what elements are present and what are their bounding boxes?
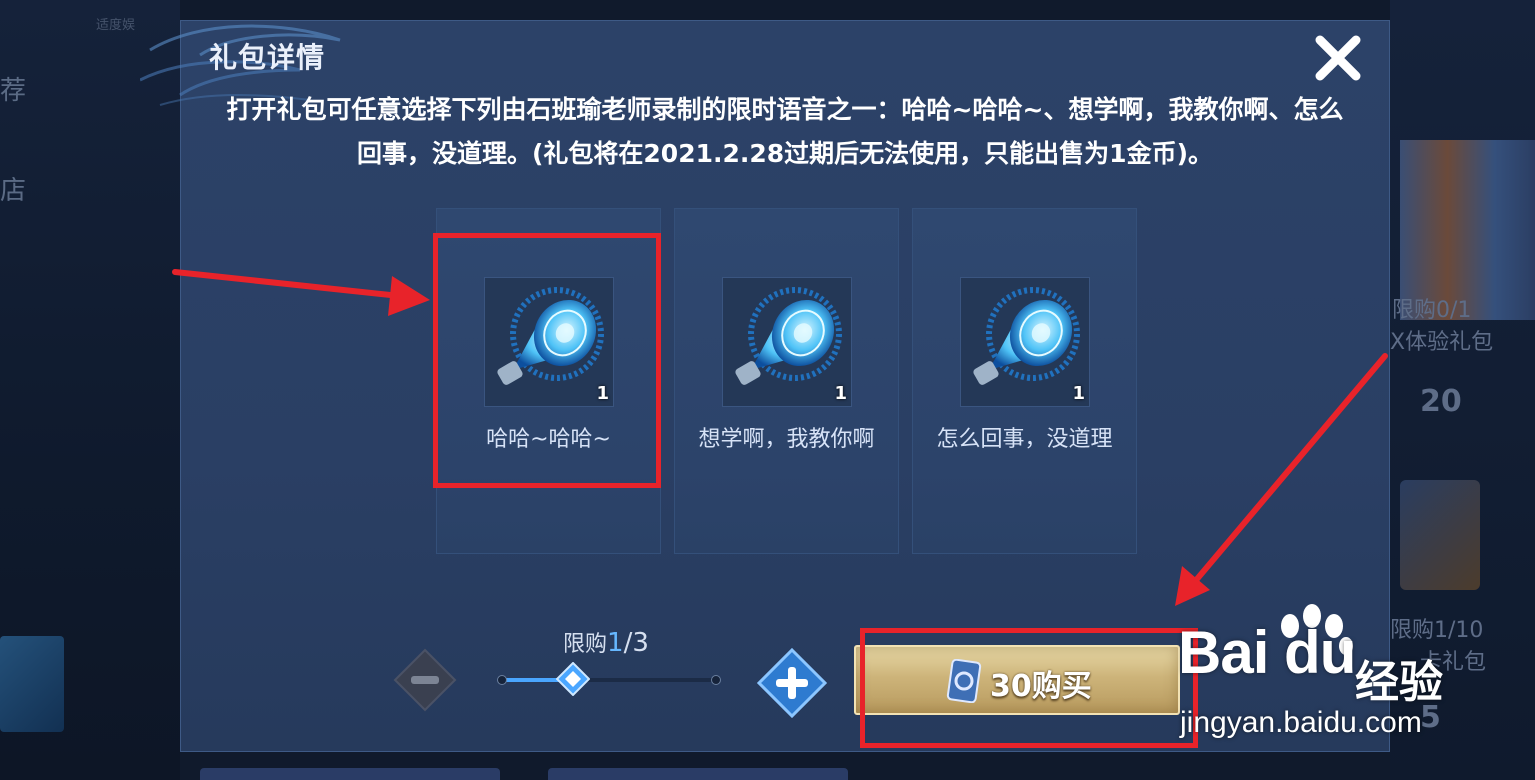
dialog-title: 礼包详情 [209,41,326,74]
background-left-panel: 适度娱 荐 店 [0,0,180,780]
watermark-logo: Bai du [1178,619,1356,686]
watermark-brand: 经验 [1355,657,1443,708]
background-nav-item: 店 [0,176,27,206]
background-limit-text: 限购0/1 [1392,298,1472,323]
slider-thumb-icon[interactable] [556,662,590,696]
buy-button-label: 30购买 [990,669,1092,704]
background-nav-item: 荐 [0,76,27,106]
voice-option-label: 哈哈~哈哈~ [486,427,611,452]
close-icon[interactable] [1310,30,1366,86]
speaker-horn-icon: 1 [960,277,1090,407]
background-chest-art [1400,480,1480,590]
purchase-limit: 限购1/3 [563,626,649,658]
decrease-quantity-button[interactable] [393,648,457,712]
item-count: 1 [596,383,609,404]
voice-option-card[interactable]: 1 想学啊，我教你啊 [674,208,899,554]
background-bottom-tab [548,768,848,780]
background-small-text: 适度娱 [96,18,136,33]
voice-option-card[interactable]: 1 哈哈~哈哈~ [436,208,661,554]
buy-button[interactable]: 30购买 [854,645,1180,715]
background-limit-text: 限购1/10 [1390,618,1484,643]
item-count: 1 [834,383,847,404]
quantity-slider[interactable] [497,662,721,696]
item-count: 1 [1072,383,1085,404]
slider-start-dot [497,675,507,685]
voice-option-label: 怎么回事，没道理 [936,427,1113,452]
purchase-limit-label: 限购 [563,632,608,657]
purchase-limit-max: /3 [623,628,649,658]
background-pack-name: X体验礼包 [1390,330,1494,355]
background-price: 20 [1420,384,1462,419]
voice-option-card[interactable]: 1 怎么回事，没道理 [912,208,1137,554]
voucher-ticket-icon [946,659,982,703]
background-thumbnail [0,636,64,732]
voice-option-label: 想学啊，我教你啊 [698,427,875,452]
watermark-url: jingyan.baidu.com [1180,706,1422,739]
speaker-horn-icon: 1 [722,277,852,407]
purchase-limit-current: 1 [607,628,624,658]
dialog-description: 打开礼包可任意选择下列由石班瑜老师录制的限时语音之一：哈哈~哈哈~、想学啊，我教… [226,95,1344,168]
speaker-horn-icon: 1 [484,277,614,407]
slider-end-dot [711,675,721,685]
background-bottom-tab [200,768,500,780]
increase-quantity-button[interactable] [757,648,827,718]
